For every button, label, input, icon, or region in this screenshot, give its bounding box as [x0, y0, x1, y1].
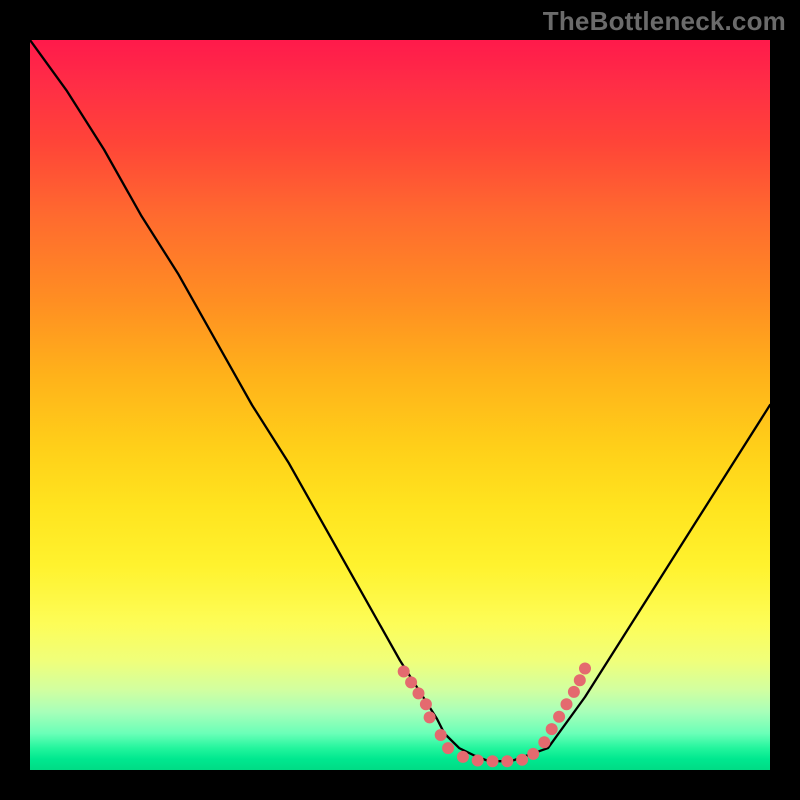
curve-marker: [413, 687, 425, 699]
curve-marker: [405, 676, 417, 688]
curve-marker: [561, 698, 573, 710]
curve-marker: [546, 723, 558, 735]
curve-marker: [420, 698, 432, 710]
curve-marker: [553, 711, 565, 723]
curve-marker: [568, 686, 580, 698]
bottleneck-curve: [30, 40, 770, 761]
curve-marker: [516, 754, 528, 766]
curve-marker: [435, 729, 447, 741]
plot-area: [30, 40, 770, 770]
curve-marker: [574, 674, 586, 686]
curve-marker: [472, 755, 484, 767]
chart-svg: [30, 40, 770, 770]
chart-frame: TheBottleneck.com: [0, 0, 800, 800]
curve-marker: [487, 755, 499, 767]
curve-marker: [501, 755, 513, 767]
watermark-text: TheBottleneck.com: [543, 6, 786, 37]
curve-marker: [527, 748, 539, 760]
curve-marker: [457, 751, 469, 763]
curve-marker: [579, 663, 591, 675]
curve-marker: [538, 736, 550, 748]
curve-marker: [424, 711, 436, 723]
curve-marker: [442, 742, 454, 754]
curve-marker: [398, 666, 410, 678]
